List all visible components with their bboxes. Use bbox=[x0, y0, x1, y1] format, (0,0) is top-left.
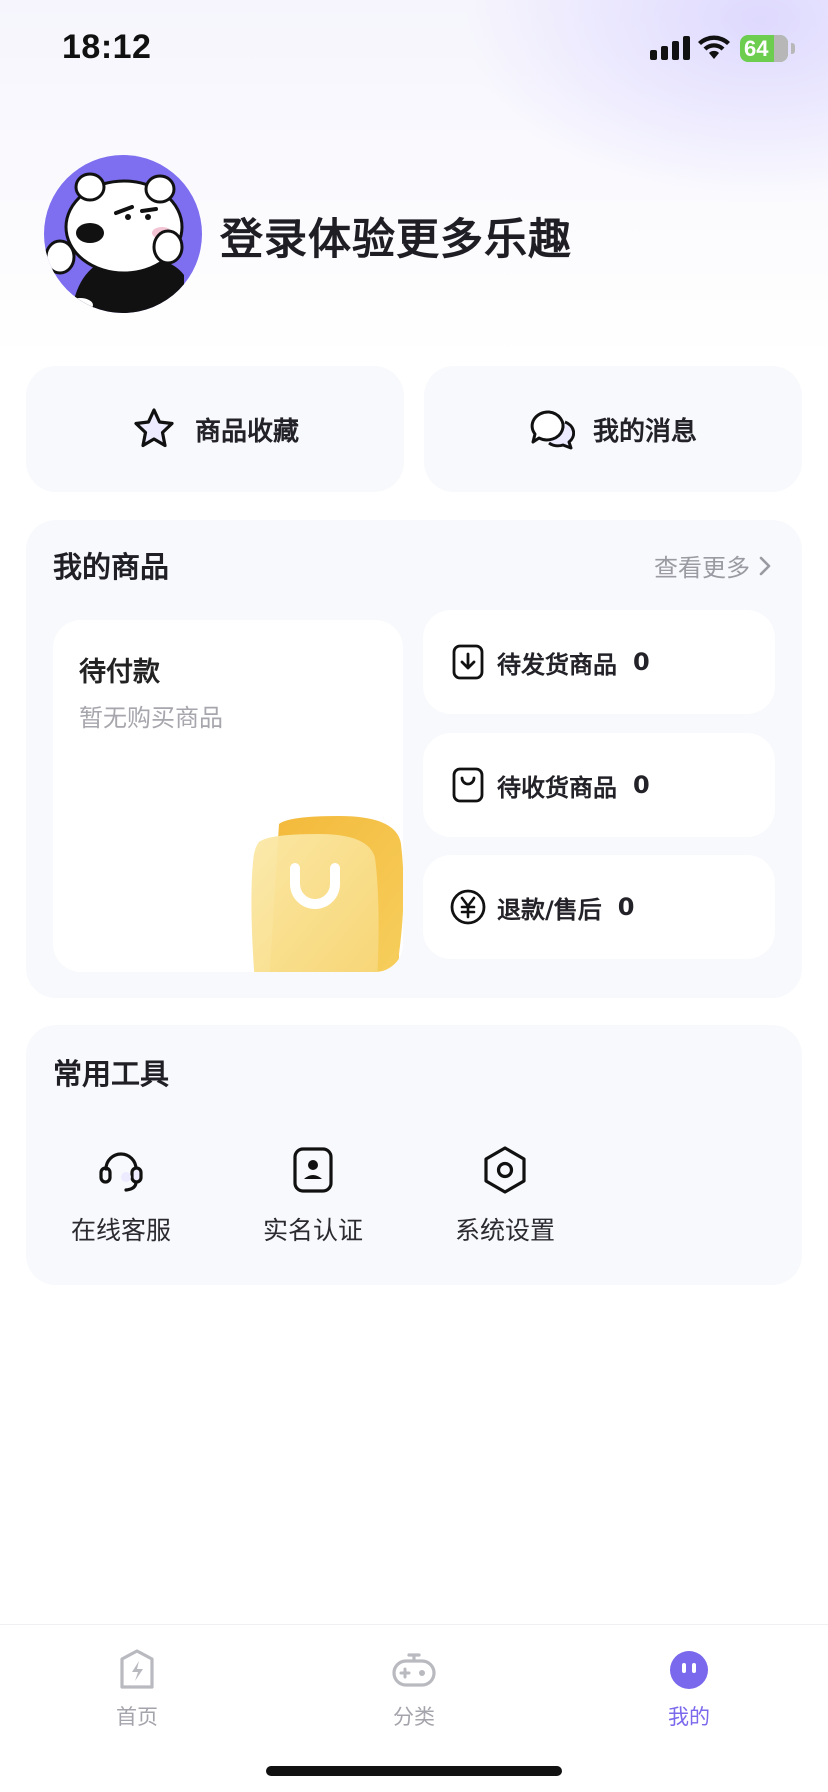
pending-receipt-item[interactable]: 待收货商品 0 bbox=[423, 733, 775, 837]
cellular-signal-icon bbox=[650, 36, 690, 60]
avatar[interactable] bbox=[44, 155, 202, 313]
pending-shipment-item[interactable]: 待发货商品 0 bbox=[423, 610, 775, 714]
system-settings-tool[interactable]: 系统设置 bbox=[430, 1143, 580, 1247]
refund-aftersale-item[interactable]: 退款/售后 0 bbox=[423, 855, 775, 959]
battery-tip bbox=[791, 43, 795, 54]
favorites-label: 商品收藏 bbox=[194, 416, 299, 447]
refund-aftersale-count: 0 bbox=[617, 893, 635, 921]
home-indicator bbox=[266, 1766, 562, 1776]
headset-icon bbox=[99, 1152, 143, 1192]
pending-payment-title: 待付款 bbox=[79, 657, 160, 688]
favorites-button[interactable]: 商品收藏 bbox=[26, 366, 404, 492]
tab-home-label: 首页 bbox=[116, 1705, 158, 1729]
refund-aftersale-label: 退款/售后 bbox=[497, 895, 602, 924]
wifi-icon bbox=[698, 35, 730, 59]
my-goods-title: 我的商品 bbox=[53, 550, 170, 584]
yen-icon bbox=[450, 889, 486, 925]
chat-bubbles-icon bbox=[530, 410, 575, 450]
view-more-link[interactable]: 查看更多 bbox=[654, 548, 772, 583]
common-tools-card: 常用工具 在线客服 实名认证 系统设置 bbox=[26, 1025, 802, 1285]
battery-empty-segment bbox=[774, 35, 788, 62]
customer-service-tool[interactable]: 在线客服 bbox=[46, 1143, 196, 1247]
tab-mine[interactable]: 我的 bbox=[629, 1647, 749, 1731]
login-prompt[interactable]: 登录体验更多乐趣 bbox=[220, 205, 572, 267]
real-name-verification-label: 实名认证 bbox=[262, 1216, 363, 1245]
profile-header[interactable]: 登录体验更多乐趣 bbox=[44, 155, 784, 315]
pending-payment-card[interactable]: 待付款 暂无购买商品 bbox=[53, 620, 403, 972]
bag-icon bbox=[452, 767, 484, 803]
status-time: 18:12 bbox=[62, 28, 152, 66]
common-tools-title: 常用工具 bbox=[53, 1057, 170, 1091]
chevron-right-icon bbox=[759, 556, 771, 575]
messages-button[interactable]: 我的消息 bbox=[424, 366, 802, 492]
tab-home[interactable]: 首页 bbox=[77, 1647, 197, 1731]
my-goods-card: 我的商品 查看更多 待付款 暂无购买商品 待发货商品 0 待收货商品 0 退款/… bbox=[26, 520, 802, 998]
messages-label: 我的消息 bbox=[592, 416, 697, 447]
bear-avatar-icon bbox=[44, 172, 184, 313]
pending-payment-subtitle: 暂无购买商品 bbox=[79, 704, 223, 732]
status-bar: 18:12 64 bbox=[0, 0, 828, 100]
pending-shipment-label: 待发货商品 bbox=[497, 650, 617, 679]
pending-shipment-count: 0 bbox=[633, 648, 650, 676]
download-box-icon bbox=[452, 644, 484, 680]
shopping-bag-illustration-icon bbox=[251, 816, 403, 972]
view-more-label: 查看更多 bbox=[654, 554, 750, 582]
star-icon bbox=[134, 408, 174, 448]
home-bolt-icon bbox=[120, 1649, 154, 1689]
pending-receipt-label: 待收货商品 bbox=[497, 773, 617, 802]
tab-mine-label: 我的 bbox=[668, 1705, 710, 1729]
customer-service-label: 在线客服 bbox=[70, 1216, 171, 1245]
gamepad-icon bbox=[392, 1653, 436, 1687]
pending-receipt-count: 0 bbox=[633, 771, 650, 799]
real-name-verification-tool[interactable]: 实名认证 bbox=[238, 1143, 388, 1247]
settings-icon bbox=[484, 1146, 526, 1194]
profile-face-icon bbox=[670, 1651, 708, 1689]
tab-category-label: 分类 bbox=[393, 1705, 435, 1729]
system-settings-label: 系统设置 bbox=[454, 1216, 555, 1245]
id-card-icon bbox=[293, 1147, 333, 1193]
tab-category[interactable]: 分类 bbox=[354, 1647, 474, 1731]
battery-level: 64 bbox=[744, 36, 769, 61]
